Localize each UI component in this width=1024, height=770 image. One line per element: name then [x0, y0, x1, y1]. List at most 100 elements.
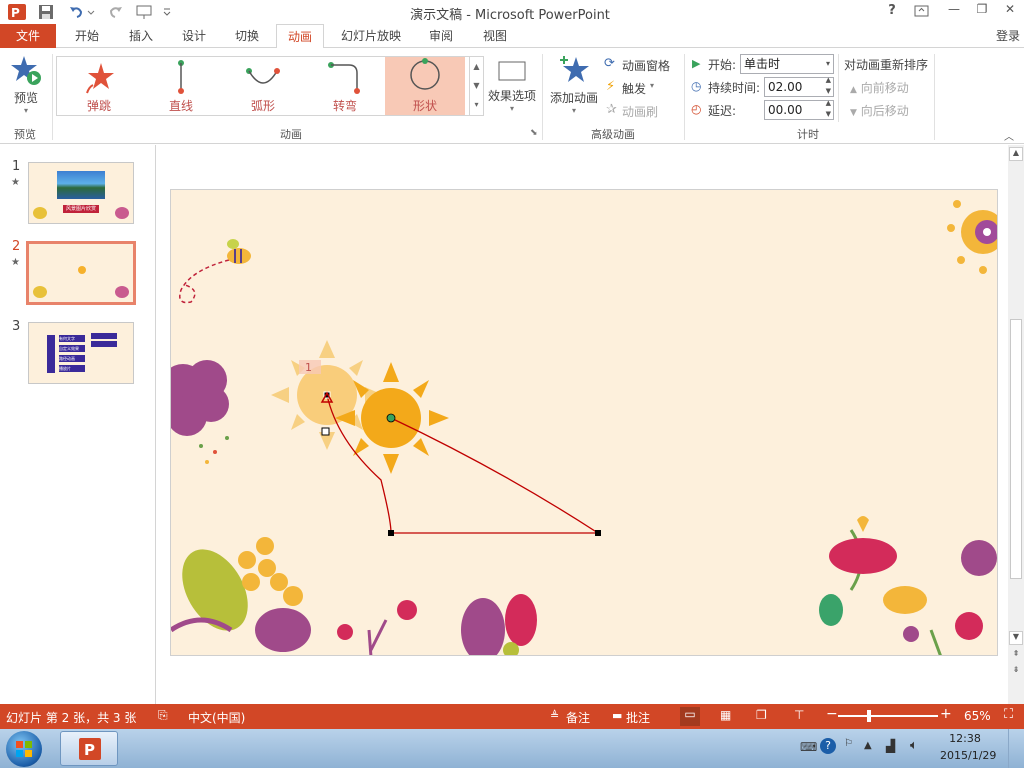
redo-icon[interactable] [106, 2, 126, 22]
taskbar-powerpoint-button[interactable]: P [60, 731, 118, 766]
vertical-scrollbar[interactable]: ▲ ▼ ⇞ ⇟ [1008, 145, 1024, 704]
help-button[interactable]: ? [884, 3, 900, 18]
ribbon-display-options-icon[interactable] [912, 2, 932, 20]
keyboard-icon[interactable]: ⌨ [800, 740, 817, 754]
slide-sorter-view-icon[interactable]: ▦ [720, 708, 731, 722]
language-indicator[interactable]: 中文(中国) [188, 709, 245, 726]
arc-path-icon [246, 68, 280, 84]
gallery-item-turn[interactable]: 转弯 [305, 59, 385, 115]
gallery-item-arc[interactable]: 弧形 [223, 59, 303, 115]
tab-file[interactable]: 文件 [0, 24, 56, 48]
reading-view-icon[interactable]: ❐ [756, 708, 767, 722]
help-tray-icon[interactable]: ? [820, 738, 836, 754]
group-separator [934, 54, 935, 140]
gallery-item-shape[interactable]: 形状 [385, 57, 465, 115]
gallery-scroll-up-icon[interactable]: ▲ [470, 57, 483, 76]
animation-gallery: 弹跳 直线 弧形 转弯 形状 ▲ ▼ ▾ [56, 56, 484, 116]
animation-dialog-launcher-icon[interactable]: ⬊ [530, 128, 538, 138]
delay-spinner[interactable]: 00.00 ▲ ▼ [764, 98, 834, 120]
shape-path-icon [410, 58, 440, 90]
slideshow-view-icon[interactable]: ⊤ [794, 708, 804, 722]
duration-spinner-arrows-icon[interactable]: ▲ ▼ [826, 75, 831, 97]
signin-link[interactable]: 登录 [992, 24, 1024, 48]
preview-button[interactable]: 预览 ▾ [6, 54, 46, 120]
tab-slideshow[interactable]: 幻灯片放映 [334, 24, 408, 48]
customize-qat-icon[interactable] [160, 2, 174, 22]
scroll-down-icon[interactable]: ▼ [1009, 631, 1023, 645]
slide-thumbnail-3[interactable]: 有何文字 自定义效果 路径动画 播放片 [28, 322, 134, 384]
tab-review[interactable]: 审阅 [418, 24, 464, 48]
zoom-slider[interactable] [838, 710, 938, 722]
thumb-item: 自定义效果 [59, 345, 85, 352]
previous-slide-icon[interactable]: ⇞ [1009, 649, 1023, 663]
language-bar-icon[interactable]: ⚐ [844, 738, 853, 749]
slide-number: 3 [12, 319, 21, 334]
zoom-out-icon[interactable]: − [826, 706, 838, 722]
clock-time[interactable]: 12:38 [942, 732, 988, 745]
slide-thumbnail-2[interactable] [26, 241, 136, 305]
group-label-preview: 预览 [14, 128, 36, 141]
fit-slide-icon[interactable]: ⛶ [1004, 707, 1013, 722]
delay-spinner-arrows-icon[interactable]: ▲ ▼ [826, 98, 831, 120]
restore-button[interactable]: ❐ [972, 2, 992, 20]
path-handle[interactable] [595, 530, 601, 536]
effect-options-button[interactable]: 效果选项 ▾ [486, 60, 538, 120]
duration-spinner[interactable]: 02.00 ▲ ▼ [764, 75, 834, 97]
windows-logo-icon [16, 741, 32, 757]
zoom-level[interactable]: 65% [964, 709, 991, 723]
undo-dropdown-icon[interactable] [86, 2, 96, 22]
start-select-value: 单击时 [744, 57, 781, 71]
gallery-item-line[interactable]: 直线 [141, 59, 221, 115]
thumb-bar [47, 335, 55, 373]
move-earlier-button[interactable]: ▲ 向前移动 [850, 79, 930, 96]
gallery-scroll[interactable]: ▲ ▼ ▾ [469, 57, 483, 115]
network-icon[interactable]: ▟ [886, 739, 895, 753]
start-select[interactable]: 单击时 ▾ [740, 54, 834, 74]
scroll-up-icon[interactable]: ▲ [1009, 147, 1023, 161]
animation-painter-button[interactable]: ✰ 动画刷 [604, 102, 666, 120]
duration-value: 02.00 [768, 80, 803, 94]
scroll-thumb[interactable] [1010, 319, 1022, 579]
zoom-slider-thumb[interactable] [867, 710, 871, 722]
powerpoint-logo-icon[interactable]: P [6, 2, 28, 22]
path-handle[interactable] [388, 530, 394, 536]
tab-view[interactable]: 视图 [472, 24, 518, 48]
collapse-ribbon-icon[interactable]: ︿ [1004, 128, 1014, 143]
show-hidden-icons-icon[interactable]: ▲ [864, 740, 872, 751]
zoom-in-icon[interactable]: + [940, 706, 952, 722]
gallery-more-icon[interactable]: ▾ [470, 95, 483, 114]
path-handle[interactable] [321, 427, 330, 436]
animation-pane-button[interactable]: ⟳ 动画窗格 [604, 56, 676, 74]
volume-icon[interactable]: 🔈︎ [910, 738, 918, 753]
normal-view-icon[interactable]: ▭ [680, 707, 700, 726]
slide-thumbnail-1[interactable]: 风景图片欣赏 [28, 162, 134, 224]
trigger-button[interactable]: ⚡ 触发 ▾ [604, 79, 664, 97]
comments-button[interactable]: 批注 [626, 709, 650, 726]
minimize-button[interactable]: — [944, 2, 964, 20]
notes-icon[interactable]: ≜ [550, 709, 559, 722]
slide-canvas[interactable]: 1 [170, 189, 998, 656]
notes-button[interactable]: 备注 [566, 709, 590, 726]
close-button[interactable]: ✕ [1000, 2, 1020, 20]
show-desktop-button[interactable] [1008, 729, 1024, 768]
undo-icon[interactable] [66, 2, 86, 22]
start-button[interactable] [6, 731, 42, 767]
tab-design[interactable]: 设计 [171, 24, 217, 48]
gallery-item-bounce[interactable]: 弹跳 [59, 59, 139, 115]
spell-check-icon[interactable]: ⎘ [158, 708, 168, 723]
clock-date[interactable]: 2015/1/29 [940, 749, 996, 762]
move-later-button[interactable]: ▼ 向后移动 [850, 102, 930, 119]
sun-decoration [78, 266, 86, 274]
tab-insert[interactable]: 插入 [118, 24, 164, 48]
tab-home[interactable]: 开始 [64, 24, 110, 48]
comments-icon[interactable]: ▬ [612, 709, 622, 722]
slideshow-from-start-icon[interactable] [134, 2, 154, 22]
save-icon[interactable] [36, 2, 56, 22]
tab-transitions[interactable]: 切换 [224, 24, 270, 48]
add-animation-button[interactable]: 添加动画 ▾ [546, 54, 602, 122]
next-slide-icon[interactable]: ⇟ [1009, 665, 1023, 679]
gallery-scroll-down-icon[interactable]: ▼ [470, 76, 483, 95]
bounce-star-icon [86, 63, 114, 94]
tab-animations[interactable]: 动画 [276, 24, 324, 49]
purple-cloud-decoration [171, 360, 229, 464]
